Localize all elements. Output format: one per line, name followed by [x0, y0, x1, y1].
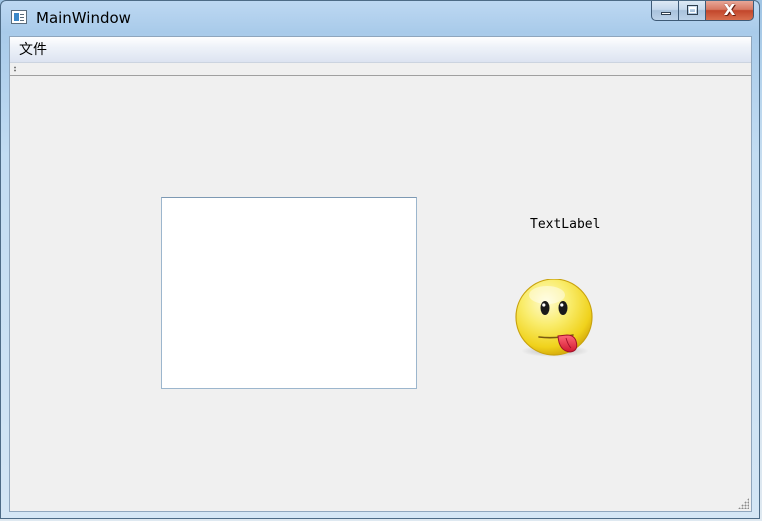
- text-edit-box[interactable]: [161, 197, 417, 389]
- window-client-area: 文件 TextLabel: [9, 36, 752, 512]
- app-window-icon[interactable]: [11, 10, 27, 24]
- main-window: MainWindow X 文件 TextLabel: [0, 0, 760, 519]
- emoji-right-eye: [558, 301, 568, 315]
- menu-item-file[interactable]: 文件: [15, 41, 51, 59]
- menu-bar: 文件: [10, 37, 751, 63]
- toolbar-grip-handle[interactable]: [14, 66, 16, 72]
- minimize-icon: [661, 12, 671, 15]
- maximize-icon: [687, 5, 698, 15]
- emoji-highlight: [529, 286, 565, 304]
- tool-bar: [10, 63, 751, 76]
- minimize-button[interactable]: [651, 1, 679, 21]
- tongue-out-smiley-icon: [515, 279, 593, 357]
- text-label: TextLabel: [530, 217, 601, 232]
- close-icon: X: [723, 1, 736, 19]
- caption-buttons: X: [651, 1, 754, 23]
- central-widget: TextLabel: [10, 76, 751, 511]
- close-button[interactable]: X: [706, 1, 754, 21]
- emoji-left-eye: [540, 301, 550, 315]
- maximize-button[interactable]: [679, 1, 706, 21]
- window-title: MainWindow: [36, 9, 131, 27]
- title-bar[interactable]: MainWindow X: [1, 1, 759, 35]
